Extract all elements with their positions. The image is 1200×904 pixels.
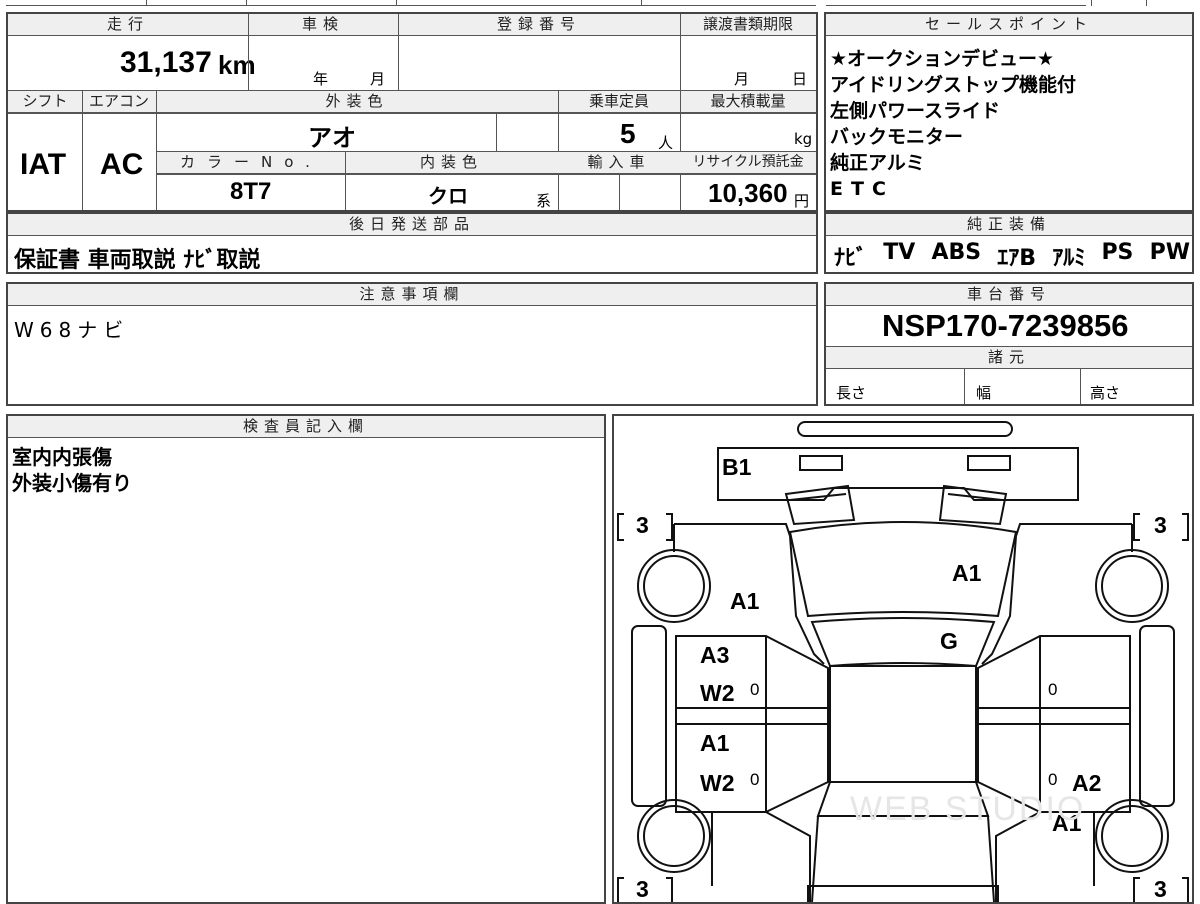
mileage-value: 31,137 xyxy=(120,46,212,79)
height-label: 高さ xyxy=(1090,384,1121,402)
capacity-header: 乗車定員 xyxy=(558,91,680,113)
exterior-value: アオ xyxy=(308,125,356,152)
import-header: 輸入車 xyxy=(558,152,680,174)
inspector-line: 室内内張傷 xyxy=(12,445,112,469)
mark-left-rear-door-a: A1 xyxy=(700,730,730,756)
shift-header: シフト xyxy=(8,91,82,113)
maxload-header: 最大積載量 xyxy=(680,91,816,113)
specs-header: 諸元 xyxy=(826,347,1192,369)
width-label: 幅 xyxy=(976,384,992,402)
ac-value: AC xyxy=(100,148,144,181)
equipment-item: ﾅﾋﾞ xyxy=(834,246,868,271)
equipment-item: ABS xyxy=(931,240,982,265)
mark-left-front-fender: A1 xyxy=(730,588,760,614)
door-zero-left-rear: 0 xyxy=(750,770,760,789)
registration-header: 登録番号 xyxy=(398,14,680,36)
equipment-box: 純正装備 ﾅﾋﾞ TV ABS ｴｱB ｱﾙﾐ PS PW xyxy=(824,212,1194,274)
notes-box: 注意事項欄 W68ナビ xyxy=(6,282,818,406)
chassis-box: 車台番号 NSP170-7239856 諸元 長さ 幅 高さ xyxy=(824,282,1194,406)
later-parts-header: 後日発送部品 xyxy=(8,214,816,236)
mark-left-rear-door-w: W2 xyxy=(700,770,735,796)
transfer-header: 譲渡書類期限 xyxy=(680,14,816,36)
recycle-header: リサイクル預託金 xyxy=(680,152,816,174)
maxload-unit: kg xyxy=(794,130,813,148)
equipment-item: ｴｱB xyxy=(997,246,1037,271)
equipment-list: ﾅﾋﾞ TV ABS ｴｱB ｱﾙﾐ PS PW xyxy=(834,240,1190,272)
chassis-value: NSP170-7239856 xyxy=(882,308,1129,343)
equipment-item: TV xyxy=(883,240,916,265)
door-zero-right-front: 0 xyxy=(1048,680,1058,699)
mark-windshield: G xyxy=(940,628,958,654)
exterior-header: 外装色 xyxy=(156,91,558,113)
length-label: 長さ xyxy=(836,384,867,402)
corner-count-rear-right: 3 xyxy=(1154,876,1167,902)
mark-front-bumper: B1 xyxy=(722,454,752,480)
door-zero-left-front: 0 xyxy=(750,680,760,699)
sales-point-item: 純正アルミ xyxy=(830,152,925,174)
transfer-month: 月 xyxy=(734,70,750,88)
top-partial-row xyxy=(6,0,1194,8)
equipment-item: PW xyxy=(1149,240,1190,265)
inspection-year: 年 xyxy=(313,70,329,88)
sales-points-list: ★オークションデビュー★ アイドリングストップ機能付 左側パワースライド バック… xyxy=(830,46,1190,202)
interior-value: クロ xyxy=(428,186,468,208)
later-parts-value: 保証書 車両取説 ﾅﾋﾞ取説 xyxy=(14,248,261,273)
capacity-value: 5 xyxy=(620,118,636,149)
mark-hood: A1 xyxy=(952,560,982,586)
equipment-item: PS xyxy=(1101,240,1134,265)
corner-count-front-right: 3 xyxy=(1154,512,1167,538)
inspector-lines: 室内内張傷 外装小傷有り xyxy=(12,444,132,496)
mark-left-front-door-a: A3 xyxy=(700,642,730,668)
sales-point-item: ETC xyxy=(830,178,894,200)
equipment-header: 純正装備 xyxy=(826,214,1192,236)
watermark: WEB STUDIO xyxy=(850,790,1086,828)
color-no-header: カラーNo. xyxy=(157,152,345,174)
inspector-line: 外装小傷有り xyxy=(12,471,132,495)
mileage-header: 走行 xyxy=(8,14,248,36)
sales-points-header: セールスポイント xyxy=(826,14,1192,36)
recycle-unit: 円 xyxy=(794,192,810,210)
capacity-unit: 人 xyxy=(658,134,674,152)
interior-header: 内装色 xyxy=(345,152,558,174)
sales-point-item: ★オークションデビュー★ xyxy=(830,48,1055,70)
interior-unit: 系 xyxy=(536,192,552,210)
sales-point-item: バックモニター xyxy=(830,126,964,148)
corner-count-rear-left: 3 xyxy=(636,876,649,902)
later-parts-box: 後日発送部品 保証書 車両取説 ﾅﾋﾞ取説 xyxy=(6,212,818,274)
equipment-item: ｱﾙﾐ xyxy=(1052,246,1086,271)
corner-count-front-left: 3 xyxy=(636,512,649,538)
sales-point-item: 左側パワースライド xyxy=(830,100,1001,122)
mark-left-front-door-w: W2 xyxy=(700,680,735,706)
color-no-value: 8T7 xyxy=(230,178,272,205)
sales-points-box: セールスポイント ★オークションデビュー★ アイドリングストップ機能付 左側パワ… xyxy=(824,12,1194,212)
ac-header: エアコン xyxy=(82,91,156,113)
chassis-header: 車台番号 xyxy=(826,284,1192,306)
inspector-box: 検査員記入欄 室内内張傷 外装小傷有り xyxy=(6,414,606,904)
notes-value: W68ナビ xyxy=(14,318,130,342)
inspector-header: 検査員記入欄 xyxy=(8,416,604,438)
sales-point-item: アイドリングストップ機能付 xyxy=(830,74,1077,96)
basic-info-box: 走行 車検 登録番号 譲渡書類期限 31,137 km 年 月 月 日 シフト … xyxy=(6,12,818,212)
transfer-day: 日 xyxy=(792,70,808,88)
car-diagram-box: 3 3 3 3 B1 A1 A1 G A3 W2 A1 W2 A2 A1 0 0… xyxy=(612,414,1194,904)
inspection-header: 車検 xyxy=(248,14,398,36)
inspection-month: 月 xyxy=(370,70,386,88)
shift-value: IAT xyxy=(20,148,67,181)
door-zero-right-rear: 0 xyxy=(1048,770,1058,789)
recycle-value: 10,360 xyxy=(708,178,788,208)
notes-header: 注意事項欄 xyxy=(8,284,816,306)
mileage-unit: km xyxy=(218,50,256,80)
